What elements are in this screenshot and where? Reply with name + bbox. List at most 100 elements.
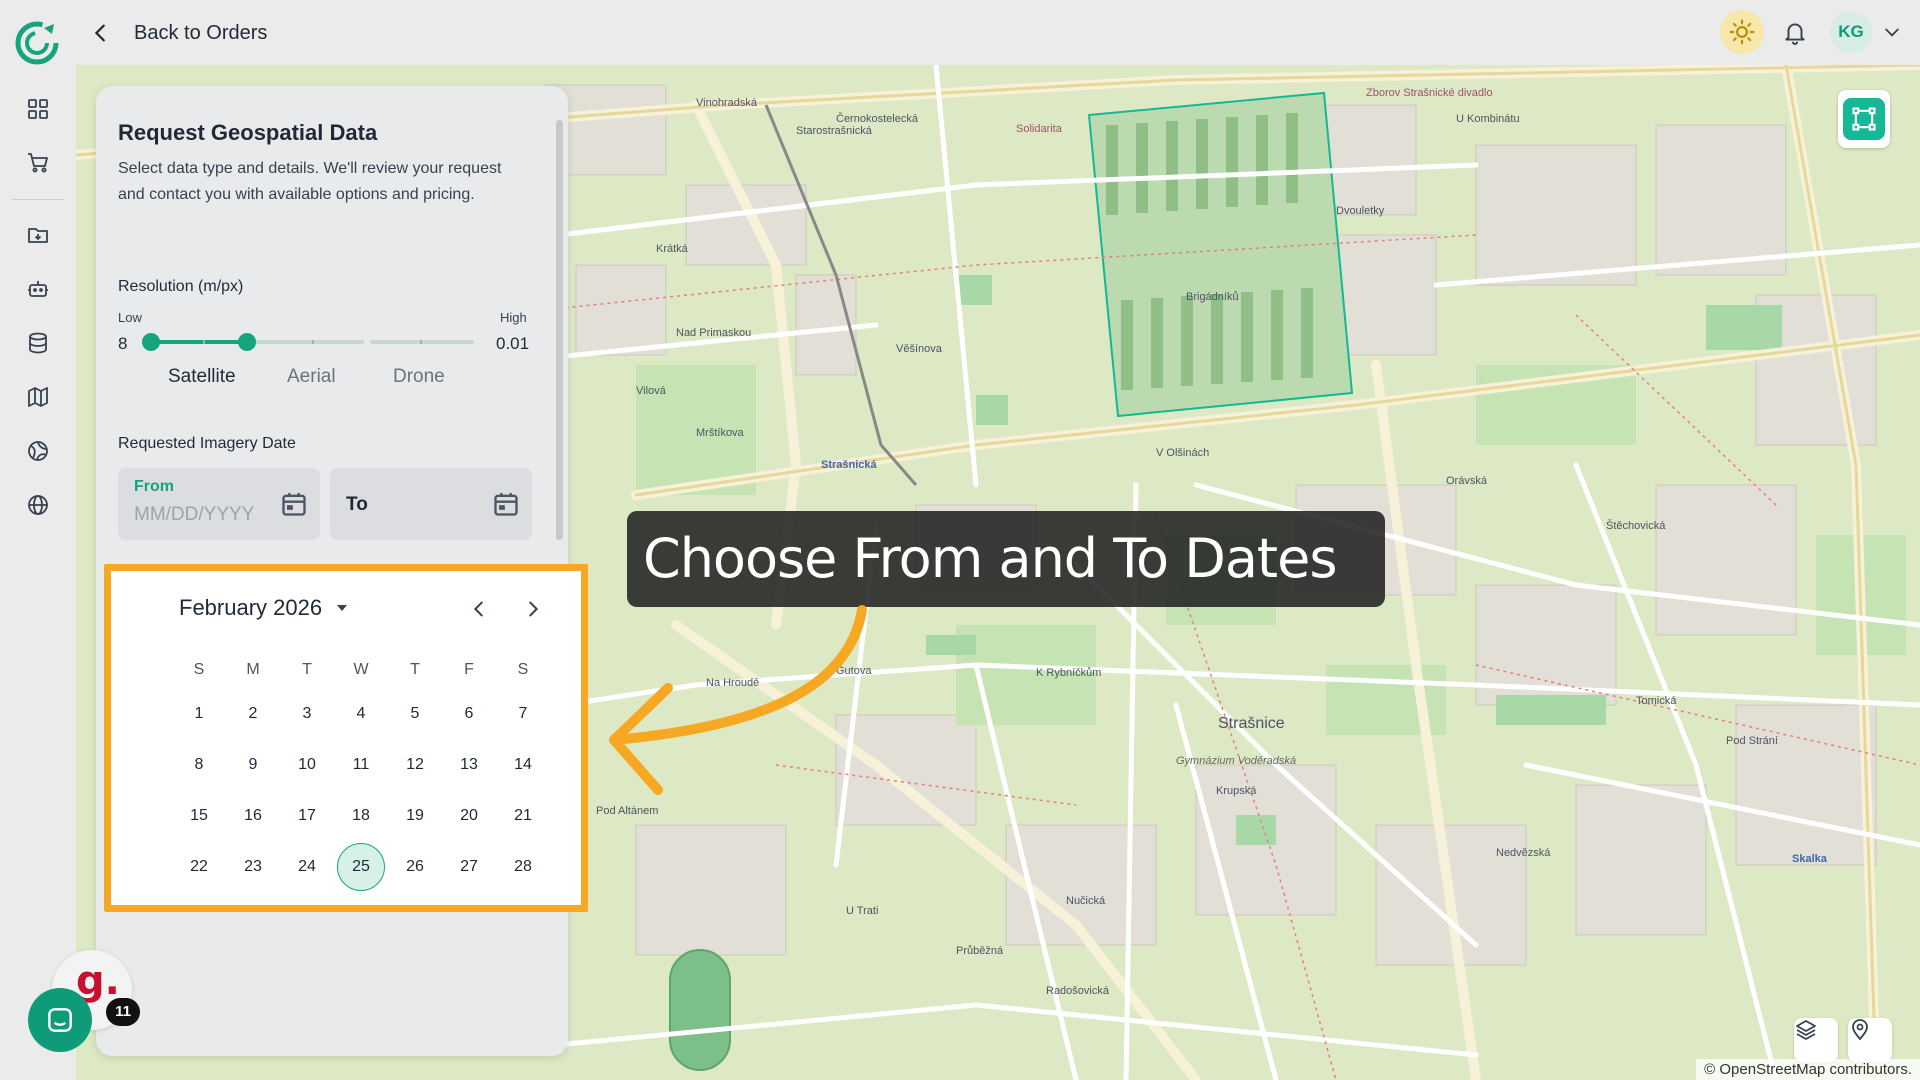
imagery-date-label: Requested Imagery Date [118, 435, 296, 452]
bell-icon [1785, 23, 1805, 45]
street-label: K Rybníčkům [1036, 667, 1102, 679]
calendar-day[interactable]: 12 [391, 741, 439, 789]
map-attribution[interactable]: © OpenStreetMap contributors. [1696, 1059, 1920, 1080]
top-bar: Back to Orders KG [0, 0, 1920, 65]
calendar-day[interactable]: 15 [175, 792, 223, 840]
slider-track-drone[interactable] [370, 340, 474, 344]
calendar-day[interactable]: 20 [445, 792, 493, 840]
calendar-day[interactable]: 5 [391, 690, 439, 738]
street-label: Věšínova [896, 343, 942, 355]
calendar-day[interactable]: 8 [175, 741, 223, 789]
calendar-day[interactable]: 17 [283, 792, 331, 840]
back-to-orders-button[interactable]: Back to Orders [90, 16, 267, 50]
calendar-day-today[interactable]: 25 [337, 843, 385, 891]
draw-polygon-button[interactable] [1838, 90, 1890, 148]
weekday-label: F [464, 661, 474, 678]
calendar-day[interactable]: 9 [229, 741, 277, 789]
calendar-icon[interactable] [492, 490, 520, 518]
calendar-day[interactable]: 2 [229, 690, 277, 738]
callout-text: Choose From and To Dates [643, 527, 1337, 590]
calendar-day[interactable]: 27 [445, 843, 493, 891]
weekday-label: M [246, 661, 260, 678]
user-menu[interactable]: KG [1830, 11, 1902, 53]
back-label: Back to Orders [134, 21, 268, 44]
source-satellite[interactable]: Satellite [168, 366, 236, 388]
street-label: Pod Strání [1726, 735, 1778, 747]
resolution-label: Resolution (m/px) [118, 278, 244, 295]
calendar-day[interactable]: 14 [499, 741, 547, 789]
map-icon[interactable] [24, 383, 52, 411]
previous-month-button[interactable] [463, 593, 495, 625]
weekday-label: T [410, 661, 420, 678]
layers-button[interactable] [1794, 1018, 1838, 1062]
source-drone[interactable]: Drone [393, 366, 445, 388]
chevron-left-icon [473, 601, 483, 617]
street-label: Mrštíkova [696, 427, 744, 439]
street-label: Radošovická [1046, 985, 1109, 997]
calendar-day[interactable]: 1 [175, 690, 223, 738]
from-date-field[interactable]: From MM/DD/YYYY [118, 468, 320, 540]
calendar-icon[interactable] [280, 490, 308, 518]
to-label: To [346, 494, 368, 515]
calendar-day[interactable]: 22 [175, 843, 223, 891]
low-label: Low [118, 310, 142, 325]
panel-title: Request Geospatial Data [118, 120, 378, 145]
locate-button[interactable] [1848, 1018, 1892, 1062]
calendar-day[interactable]: 11 [337, 741, 385, 789]
weekday-label: S [193, 661, 205, 678]
calendar-day[interactable]: 7 [499, 690, 547, 738]
notification-count-badge: 11 [106, 998, 140, 1026]
app-logo[interactable] [14, 20, 60, 66]
calendar-day[interactable]: 6 [445, 690, 493, 738]
street-label: Strašnice [1218, 715, 1285, 732]
folder-icon[interactable] [24, 221, 52, 249]
from-date-input[interactable]: MM/DD/YYYY [134, 504, 254, 526]
calendar-day[interactable]: 16 [229, 792, 277, 840]
calendar-day[interactable]: 24 [283, 843, 331, 891]
database-icon[interactable] [24, 329, 52, 357]
calendar-day[interactable]: 18 [337, 792, 385, 840]
globe-grid-icon[interactable] [24, 437, 52, 465]
panel-scrollbar[interactable] [556, 120, 563, 540]
street-label: Skalka [1792, 853, 1827, 865]
street-label: Dvouletky [1336, 205, 1385, 217]
sidebar-divider [12, 199, 64, 200]
street-label: Štěchovická [1606, 520, 1666, 532]
calendar-day[interactable]: 19 [391, 792, 439, 840]
avatar[interactable]: KG [1830, 11, 1872, 53]
theme-toggle-button[interactable] [1720, 10, 1764, 54]
calendar-day[interactable]: 4 [337, 690, 385, 738]
cart-icon[interactable] [24, 149, 52, 177]
from-label: From [134, 478, 174, 495]
globe-icon[interactable] [24, 491, 52, 519]
dashboard-icon[interactable] [24, 95, 52, 123]
street-label: Vinohradská [696, 97, 757, 109]
calendar-day[interactable]: 28 [499, 843, 547, 891]
calendar-day[interactable]: 3 [283, 690, 331, 738]
panel-description: Select data type and details. We'll revi… [118, 160, 502, 203]
to-date-field[interactable]: To [330, 468, 532, 540]
street-label: Starostrašnická [796, 125, 872, 137]
calendar-day[interactable]: 13 [445, 741, 493, 789]
month-selector[interactable]: February 2026 [179, 595, 348, 621]
month-label: February 2026 [179, 595, 323, 620]
chevron-down-icon[interactable] [1882, 22, 1902, 42]
slider-tick [420, 340, 422, 344]
calendar-day[interactable]: 26 [391, 843, 439, 891]
notifications-button[interactable] [1775, 12, 1815, 52]
chat-launcher-button[interactable] [28, 988, 92, 1052]
layers-icon [1796, 1020, 1816, 1040]
next-month-button[interactable] [517, 593, 549, 625]
calendar-day[interactable]: 23 [229, 843, 277, 891]
street-label: Nad Primaskou [676, 327, 752, 339]
calendar-day[interactable]: 10 [283, 741, 331, 789]
robot-icon[interactable] [24, 275, 52, 303]
slider-min-thumb[interactable] [142, 333, 160, 351]
street-label: Vilová [636, 385, 666, 397]
source-aerial[interactable]: Aerial [287, 366, 336, 388]
street-label: Průběžná [956, 945, 1004, 957]
weekday-label: T [302, 661, 312, 678]
resolution-max-value: 0.01 [496, 334, 530, 353]
street-label: Strašnická [821, 459, 877, 471]
calendar-day[interactable]: 21 [499, 792, 547, 840]
